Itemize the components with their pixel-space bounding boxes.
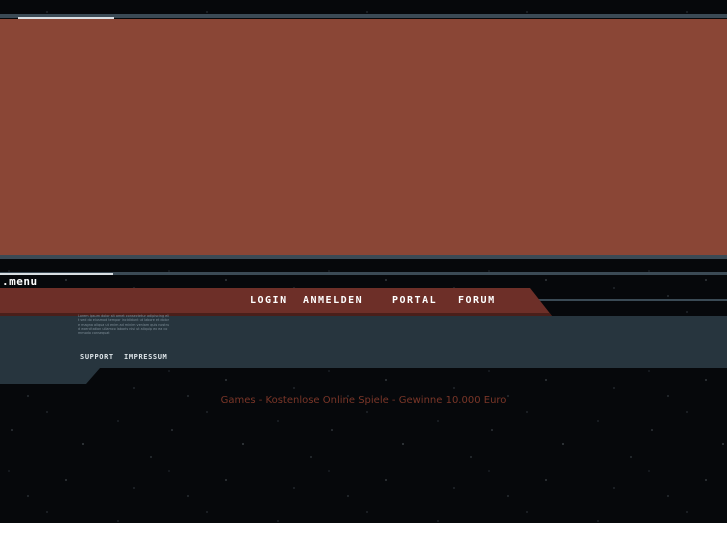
nav-anmelden-link[interactable]: Anmelden	[303, 295, 363, 306]
impressum-link[interactable]: Impressum	[124, 353, 167, 361]
nav-portal-link[interactable]: Portal	[392, 295, 437, 306]
nav-login-link[interactable]: Login	[250, 295, 288, 306]
menu-label: .menu	[2, 275, 38, 288]
support-link[interactable]: Support	[80, 353, 114, 361]
main-content-panel	[0, 19, 727, 255]
bottom-white-strip	[0, 523, 727, 545]
panel-bottom-border	[0, 255, 727, 259]
site-tagline: Games - Kostenlose Online Spiele - Gewin…	[220, 395, 507, 406]
info-small-text: Lorem ipsum dolor sit amet consectetur a…	[78, 314, 170, 336]
nav-forum-link[interactable]: Forum	[458, 295, 496, 306]
